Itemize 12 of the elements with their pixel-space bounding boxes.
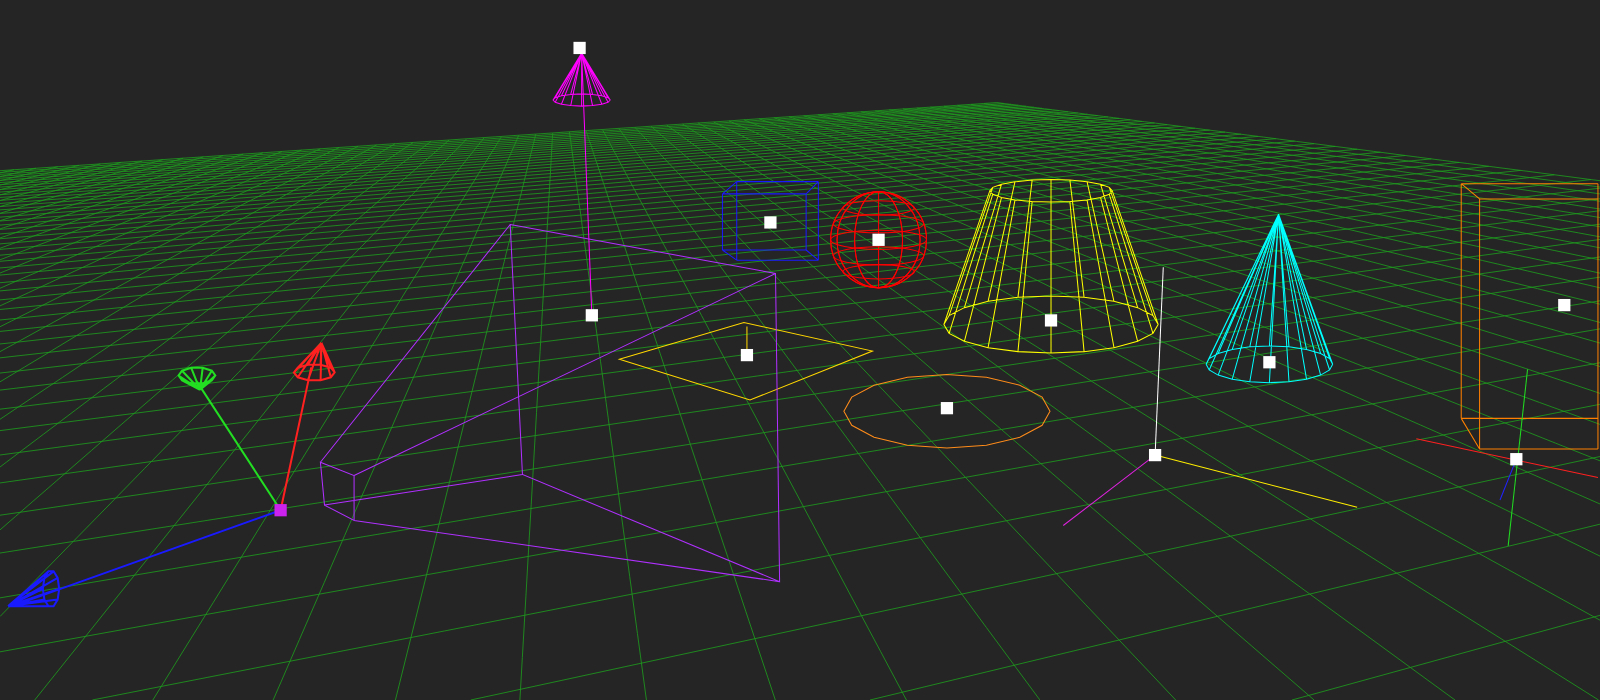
handle-marker[interactable]	[872, 233, 885, 246]
handle-marker[interactable]	[585, 309, 598, 322]
handle-marker[interactable]	[740, 349, 754, 362]
handle-marker[interactable]	[1510, 453, 1523, 466]
handle-marker[interactable]	[1558, 299, 1571, 312]
handle-marker[interactable]	[573, 41, 586, 55]
handle-marker[interactable]	[1044, 314, 1058, 327]
handle-marker[interactable]	[1263, 356, 1276, 369]
handle-marker[interactable]	[940, 402, 954, 415]
handle-marker[interactable]	[274, 504, 287, 517]
handle-marker[interactable]	[764, 216, 777, 229]
handle-marker[interactable]	[1149, 449, 1162, 462]
